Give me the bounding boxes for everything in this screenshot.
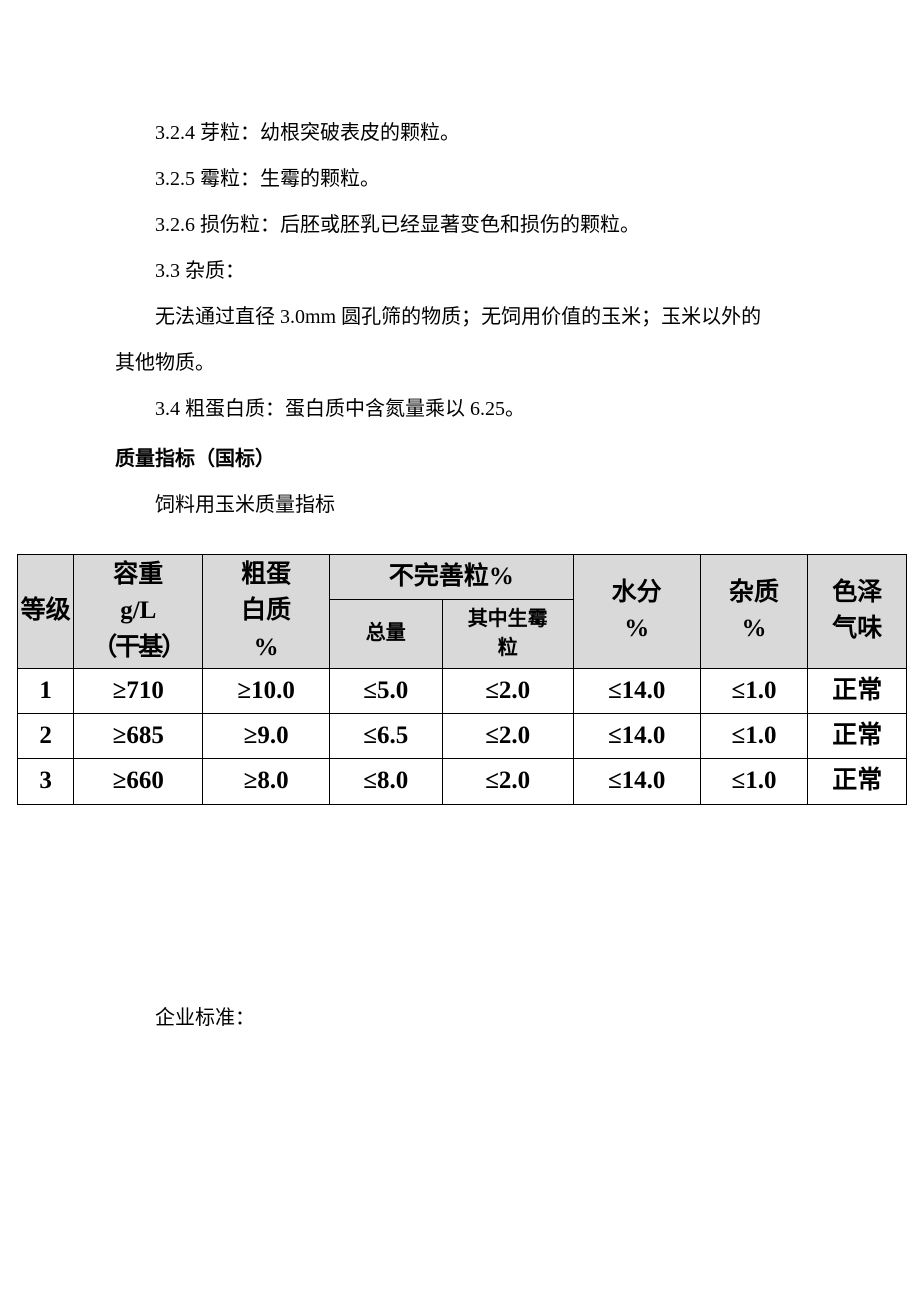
vertical-spacer xyxy=(115,805,805,995)
th-imperfect: 不完善粒% xyxy=(329,555,573,600)
th-grade: 等级 xyxy=(18,555,74,669)
th-protein: 粗蛋 白质 % xyxy=(203,555,330,669)
cell-impurity: ≤1.0 xyxy=(700,714,808,759)
th-imp-total-text: 总量 xyxy=(366,622,406,644)
para-3-2-5: 3.2.5 霉粒：生霉的颗粒。 xyxy=(115,156,805,202)
table-row: 3 ≥660 ≥8.0 ≤8.0 ≤2.0 ≤14.0 ≤1.0 正常 xyxy=(18,759,907,804)
quality-table: 等级 容重 g/L （干基） 粗蛋 白质 % 不完善粒% 水分 % 杂质 % xyxy=(17,554,907,805)
th-moisture-l2: % xyxy=(624,615,649,642)
table-row: 2 ≥685 ≥9.0 ≤6.5 ≤2.0 ≤14.0 ≤1.0 正常 xyxy=(18,714,907,759)
th-color: 色泽 气味 xyxy=(808,555,907,669)
para-3-2-4: 3.2.4 芽粒：幼根突破表皮的颗粒。 xyxy=(115,110,805,156)
para-3-4: 3.4 粗蛋白质：蛋白质中含氮量乘以 6.25。 xyxy=(115,386,805,432)
para-enterprise-std: 企业标准： xyxy=(115,995,805,1041)
th-color-l1: 色泽 xyxy=(832,579,882,606)
th-bulk: 容重 g/L （干基） xyxy=(74,555,203,669)
cell-protein: ≥10.0 xyxy=(203,668,330,713)
cell-impurity: ≤1.0 xyxy=(700,668,808,713)
cell-grade: 3 xyxy=(18,759,74,804)
cell-moisture: ≤14.0 xyxy=(573,714,700,759)
th-moisture-l1: 水分 xyxy=(612,579,662,606)
cell-grade: 2 xyxy=(18,714,74,759)
para-3-2-6: 3.2.6 损伤粒：后胚或胚乳已经显著变色和损伤的颗粒。 xyxy=(115,202,805,248)
cell-moisture: ≤14.0 xyxy=(573,759,700,804)
cell-imp-mold: ≤2.0 xyxy=(442,759,573,804)
th-bulk-l2: g/L xyxy=(120,597,156,624)
th-moisture: 水分 % xyxy=(573,555,700,669)
cell-color: 正常 xyxy=(808,714,907,759)
cell-color: 正常 xyxy=(808,668,907,713)
th-color-l2: 气味 xyxy=(832,615,882,642)
th-protein-l1: 粗蛋 xyxy=(241,561,291,588)
cell-color: 正常 xyxy=(808,759,907,804)
cell-protein: ≥8.0 xyxy=(203,759,330,804)
cell-bulk: ≥660 xyxy=(74,759,203,804)
heading-quality-index: 质量指标（国标） xyxy=(115,436,805,482)
cell-impurity: ≤1.0 xyxy=(700,759,808,804)
th-impurity-l2: % xyxy=(741,615,766,642)
cell-imp-total: ≤6.5 xyxy=(329,714,442,759)
para-3-3-line1: 无法通过直径 3.0mm 圆孔筛的物质；无饲用价值的玉米；玉米以外的 xyxy=(115,294,805,340)
th-imp-mold-l2: 粒 xyxy=(498,637,518,659)
th-impurity: 杂质 % xyxy=(700,555,808,669)
cell-imp-mold: ≤2.0 xyxy=(442,714,573,759)
th-impurity-l1: 杂质 xyxy=(729,579,779,606)
th-protein-l2: 白质 xyxy=(241,597,291,624)
cell-protein: ≥9.0 xyxy=(203,714,330,759)
cell-imp-total: ≤8.0 xyxy=(329,759,442,804)
cell-imp-mold: ≤2.0 xyxy=(442,668,573,713)
cell-imp-total: ≤5.0 xyxy=(329,668,442,713)
th-bulk-l3: （干基） xyxy=(92,634,184,661)
para-3-3-line2: 其他物质。 xyxy=(115,340,805,386)
cell-moisture: ≤14.0 xyxy=(573,668,700,713)
th-imp-mold-l1: 其中生霉 xyxy=(468,608,548,630)
th-protein-l3: % xyxy=(254,634,279,661)
th-grade-text: 等级 xyxy=(21,597,71,624)
cell-bulk: ≥710 xyxy=(74,668,203,713)
th-imp-total: 总量 xyxy=(329,600,442,669)
table-row: 1 ≥710 ≥10.0 ≤5.0 ≤2.0 ≤14.0 ≤1.0 正常 xyxy=(18,668,907,713)
para-3-3: 3.3 杂质： xyxy=(115,248,805,294)
cell-grade: 1 xyxy=(18,668,74,713)
cell-bulk: ≥685 xyxy=(74,714,203,759)
th-imp-mold: 其中生霉 粒 xyxy=(442,600,573,669)
th-imperfect-text: 不完善粒% xyxy=(389,563,514,590)
para-table-caption: 饲料用玉米质量指标 xyxy=(115,482,805,528)
th-bulk-l1: 容重 xyxy=(113,561,163,588)
